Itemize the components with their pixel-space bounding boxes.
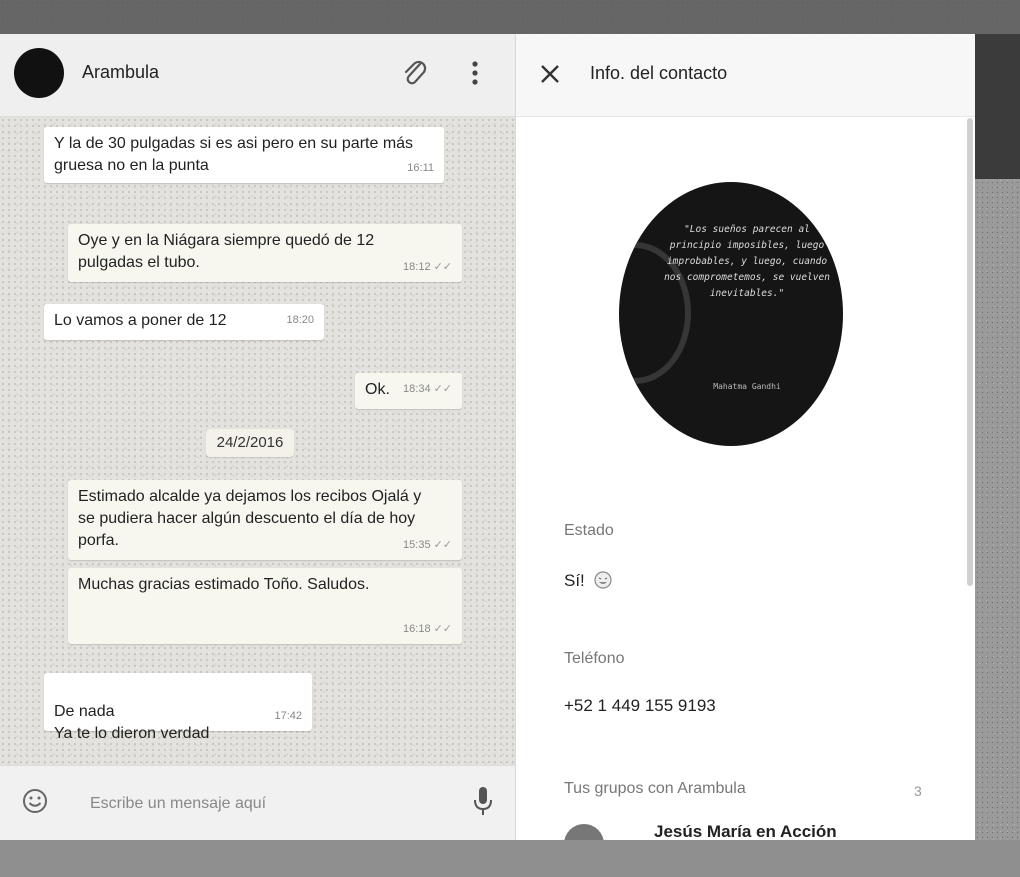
browser-right-band (975, 34, 1020, 179)
groups-count: 3 (914, 783, 922, 799)
message-time: 15:35 ✓✓ (403, 534, 452, 556)
message-text: Y la de 30 pulgadas si es asi pero en su… (54, 135, 414, 174)
chat-pane: Arambula Y la de 30 pulgadas si es asi p… (0, 34, 516, 840)
attach-icon[interactable] (398, 56, 432, 90)
scrollbar[interactable] (967, 118, 973, 586)
emoji-icon[interactable] (22, 788, 48, 814)
status-text: Sí! (564, 571, 585, 590)
message-bubble[interactable]: Lo vamos a poner de 12 18:20 (44, 304, 324, 340)
message-time: 16:18 ✓✓ (403, 618, 452, 640)
laughing-emoji-icon (593, 571, 612, 589)
groups-label: Tus grupos con Arambula (564, 780, 746, 797)
phone-label: Teléfono (564, 650, 625, 667)
message-bubble[interactable]: De nada Ya te lo dieron verdad 17:42 (44, 673, 312, 742)
contact-name[interactable]: Arambula (82, 62, 159, 83)
profile-photo-author: Mahatma Gandhi (713, 382, 781, 391)
browser-bottom-band (0, 840, 1020, 877)
message-text: Ok. (365, 381, 390, 398)
message-composer (0, 765, 515, 840)
message-time-value: 15:35 (403, 539, 431, 551)
read-ticks-icon: ✓✓ (433, 623, 452, 635)
whatsapp-web-window: Arambula Y la de 30 pulgadas si es asi p… (0, 34, 975, 840)
profile-photo[interactable]: "Los sueños parecen al principio imposib… (619, 182, 843, 446)
message-bubble[interactable]: Y la de 30 pulgadas si es asi pero en su… (44, 127, 444, 183)
message-text: Muchas gracias estimado Toño. Saludos. (78, 576, 370, 593)
profile-photo-quote: "Los sueños parecen al principio imposib… (664, 224, 830, 299)
message-bubble[interactable]: Oye y en la Niágara siempre quedó de 12 … (68, 224, 462, 282)
message-time: 16:11 (407, 162, 434, 174)
message-text: De nada Ya te lo dieron verdad (54, 703, 210, 742)
microphone-icon[interactable] (472, 784, 494, 818)
contact-info-title: Info. del contacto (590, 63, 728, 83)
group-name: Jesús María en Acción (654, 822, 837, 840)
chat-header[interactable]: Arambula (0, 34, 515, 117)
group-list-item[interactable]: Jesús María en Acción (564, 820, 964, 840)
message-input[interactable] (88, 790, 432, 818)
group-avatar (564, 824, 604, 840)
message-time: 18:20 (286, 314, 314, 326)
message-time: 17:42 (274, 710, 302, 722)
message-time-value: 18:12 (403, 261, 431, 273)
message-time: 18:12 ✓✓ (403, 256, 452, 278)
read-ticks-icon: ✓✓ (433, 261, 452, 273)
message-text: Lo vamos a poner de 12 (54, 312, 227, 329)
status-value: Sí! (564, 571, 612, 591)
message-text: Estimado alcalde ya dejamos los recibos … (78, 488, 422, 549)
date-divider: 24/2/2016 (206, 429, 294, 457)
close-icon[interactable] (536, 60, 564, 88)
message-time: 18:34 ✓✓ (403, 378, 452, 400)
read-ticks-icon: ✓✓ (433, 539, 452, 551)
message-bubble[interactable]: Estimado alcalde ya dejamos los recibos … (68, 480, 462, 560)
message-bubble[interactable]: Muchas gracias estimado Toño. Saludos. 1… (68, 568, 462, 644)
status-label: Estado (564, 522, 614, 539)
message-bubble[interactable]: Ok. 18:34 ✓✓ (355, 373, 462, 409)
browser-top-band (0, 0, 1020, 34)
message-time-value: 18:34 (403, 383, 431, 395)
contact-info-pane: Info. del contacto "Los sueños parecen a… (516, 34, 975, 840)
avatar[interactable] (14, 48, 64, 98)
read-ticks-icon: ✓✓ (433, 383, 452, 395)
more-vert-icon[interactable] (465, 56, 485, 90)
message-time-value: 16:18 (403, 623, 431, 635)
phone-value[interactable]: +52 1 449 155 9193 (564, 696, 716, 716)
contact-info-header: Info. del contacto (516, 34, 975, 117)
message-text: Oye y en la Niágara siempre quedó de 12 … (78, 232, 375, 271)
message-list[interactable]: Y la de 30 pulgadas si es asi pero en su… (0, 117, 515, 765)
